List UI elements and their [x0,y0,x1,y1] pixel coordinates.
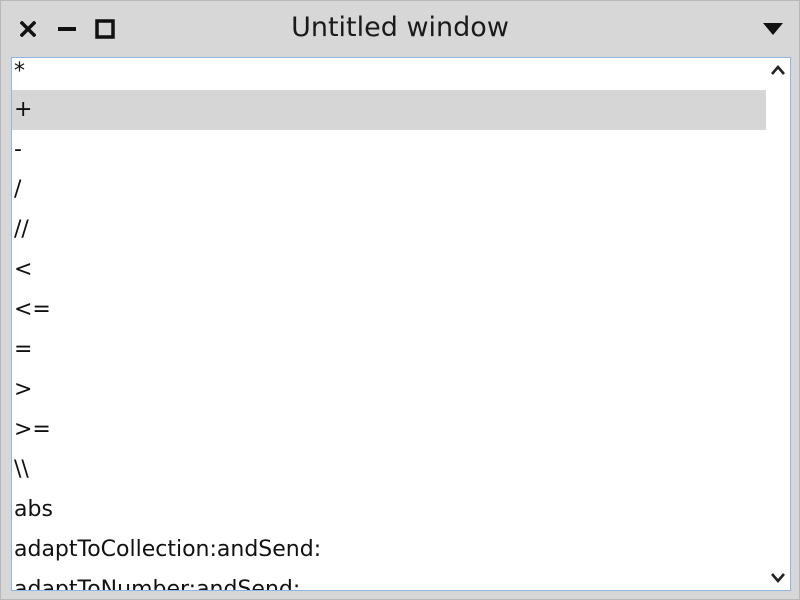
list-item[interactable]: - [12,130,766,170]
list-item[interactable]: + [12,90,766,130]
window: Untitled window * + - ///< <= = > >= \\ abs adaptT… [0,0,800,600]
list-item[interactable]: \\ [12,450,766,490]
vertical-scrollbar[interactable] [766,58,790,590]
list-item[interactable]: >= [12,410,766,450]
list-item[interactable]: abs [12,490,766,530]
list-item[interactable]: < [12,250,766,290]
triangle-down-icon[interactable] [761,19,785,39]
list-item[interactable]: <= [12,290,766,330]
list-item[interactable]: * [12,58,766,90]
window-title: Untitled window [291,12,509,43]
list-item[interactable]: // [12,210,766,250]
list-item[interactable]: > [12,370,766,410]
list-item[interactable]: = [12,330,766,370]
title-bar[interactable]: Untitled window [1,1,799,57]
scroll-track[interactable] [766,82,790,566]
list-item[interactable]: adaptToCollection:andSend: [12,530,766,570]
method-list[interactable]: * + - ///< <= = > >= \\ abs adaptToCollection:andS… [12,58,766,590]
chevron-down-icon[interactable] [766,566,790,590]
method-list-pane[interactable]: * + - ///< <= = > >= \\ abs adaptToCollection:andS… [11,57,791,591]
list-item[interactable]: / [12,170,766,210]
list-item[interactable]: adaptToNumber:andSend: [12,570,766,590]
chevron-up-icon[interactable] [766,58,790,82]
